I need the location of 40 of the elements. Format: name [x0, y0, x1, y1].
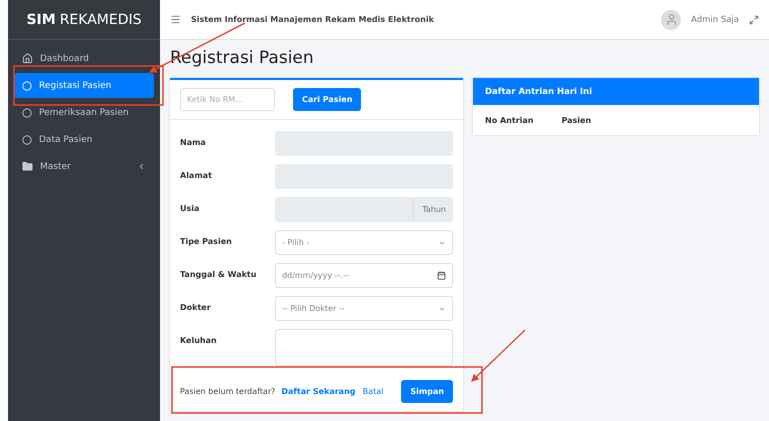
menu-icon[interactable] [170, 14, 181, 25]
sidebar-item[interactable]: Data Pasien [14, 127, 154, 152]
search-button[interactable]: Cari Pasien [293, 88, 362, 111]
select-field[interactable]: - Pilih - [275, 230, 453, 255]
field-label: Nama [180, 137, 207, 147]
register-prompt: Pasien belum terdaftar? [180, 387, 276, 396]
app-title: Sistem Informasi Manajemen Rekam Medis Elektronik [191, 15, 435, 24]
column-header: Pasien [561, 116, 592, 124]
field-label: Tipe Pasien [180, 236, 233, 246]
field-label: Tanggal & Waktu [180, 269, 258, 279]
datetime-field[interactable]: dd/mm/yyyy --.-- [275, 263, 453, 288]
fullscreen-icon[interactable] [749, 14, 759, 24]
sidebar-item[interactable]: Pemeriksaan Pasien [14, 100, 154, 125]
unit-label: Tahun [413, 198, 446, 221]
calendar-icon[interactable] [437, 271, 446, 280]
chevron-icon [137, 162, 146, 171]
card-header: Daftar Antrian Hari Ini [473, 78, 759, 105]
register-link[interactable]: Daftar Sekarang [281, 387, 356, 396]
field-label: Dokter [180, 302, 212, 312]
page-title: Registrasi Pasien [170, 48, 315, 70]
sidebar-item[interactable]: Master [14, 154, 154, 179]
sidebar-item[interactable]: Dashboard [14, 46, 154, 71]
cancel-link[interactable]: Batal [362, 387, 384, 396]
field-label: Alamat [180, 170, 213, 180]
home-icon [22, 53, 33, 64]
textarea-field[interactable] [275, 329, 453, 366]
folder-icon [22, 161, 33, 172]
avatar-icon[interactable] [661, 10, 682, 30]
column-header: No Antrian [485, 116, 534, 124]
field-label: Keluhan [180, 335, 218, 345]
search-field[interactable]: Ketik No RM... [180, 88, 275, 111]
annotation-arrow [471, 330, 526, 382]
field-label: Usia [180, 203, 200, 213]
save-button[interactable]: Simpan [401, 380, 453, 403]
select-field[interactable]: -- Pilih Dokter -- [275, 296, 453, 321]
circle-icon [22, 134, 32, 144]
circle-icon [22, 80, 32, 90]
user-name[interactable]: Admin Saja [691, 14, 739, 24]
circle-icon [22, 108, 32, 118]
sidebar-item[interactable]: Registasi Pasien [14, 73, 154, 98]
